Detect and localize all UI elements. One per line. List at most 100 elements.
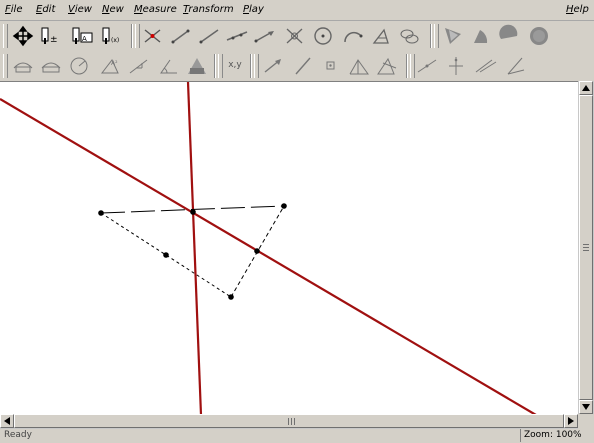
fill-polygon-icon <box>445 28 461 44</box>
menu-bar: File Edit View New Measure Transform Pla… <box>0 0 594 21</box>
fill-sector-button[interactable] <box>468 24 494 48</box>
point[interactable] <box>98 210 104 216</box>
scrollbar-corner <box>578 414 594 429</box>
point-tool-button[interactable]: ± <box>38 24 64 48</box>
measure-slope-button[interactable] <box>126 54 152 78</box>
coordinates-button[interactable]: x,y <box>222 54 248 78</box>
toolbar-separator <box>250 54 252 78</box>
perpendicular-button[interactable] <box>414 54 440 78</box>
point[interactable] <box>228 294 234 300</box>
scroll-right-button[interactable] <box>564 414 578 428</box>
vector-button[interactable] <box>252 24 278 48</box>
menu-play-label: lay <box>249 4 264 15</box>
bisector-button[interactable] <box>472 54 498 78</box>
menu-play[interactable]: Play <box>243 4 264 16</box>
menu-transform-label: ransform <box>188 4 234 15</box>
point-plus-icon: ± <box>41 27 58 45</box>
point[interactable] <box>254 248 260 254</box>
point[interactable] <box>163 252 169 258</box>
conic-icon <box>400 29 419 44</box>
menu-view-accel: V <box>68 4 75 15</box>
svg-text:A²: A² <box>111 60 118 67</box>
locus-icon <box>377 57 397 75</box>
measure-length-button[interactable] <box>38 54 64 78</box>
toolbar-handle[interactable] <box>3 24 8 48</box>
ray-icon <box>199 29 219 44</box>
dilate-button[interactable] <box>346 54 372 78</box>
toolbar-separator <box>406 54 408 78</box>
menu-transform[interactable]: Transform <box>183 4 234 16</box>
circle-button[interactable] <box>310 24 336 48</box>
segment-icon <box>171 29 190 44</box>
scroll-thumb-vertical[interactable] <box>579 95 593 400</box>
measure-area-icon: A² <box>100 59 119 74</box>
geometry-sketch[interactable] <box>0 82 578 415</box>
menu-view[interactable]: View <box>68 4 92 16</box>
measure-angle-button[interactable] <box>156 54 182 78</box>
menu-measure[interactable]: Measure <box>134 4 177 16</box>
midpoint-icon <box>286 28 303 44</box>
point-label-icon: A <box>72 27 93 44</box>
ray-button[interactable] <box>196 24 222 48</box>
grip-line <box>583 250 589 251</box>
red-line[interactable] <box>0 98 537 415</box>
fill-sector-icon <box>474 30 488 43</box>
move-tool-button[interactable] <box>10 24 36 48</box>
segment-button[interactable] <box>168 24 194 48</box>
measure-figure-button[interactable] <box>184 54 210 78</box>
svg-text:(x): (x) <box>111 37 119 44</box>
toolbar-separator <box>430 24 432 48</box>
scroll-up-button[interactable] <box>579 81 593 95</box>
grip-line <box>291 418 292 425</box>
scroll-down-button[interactable] <box>579 400 593 414</box>
scroll-thumb-horizontal[interactable] <box>14 414 564 428</box>
vector-icon <box>254 31 274 43</box>
menu-new[interactable]: New <box>102 4 124 16</box>
fill-polygon-button[interactable] <box>440 24 466 48</box>
line-button[interactable] <box>224 24 250 48</box>
menu-help-accel: H <box>566 4 574 15</box>
drawing-canvas[interactable] <box>0 81 578 415</box>
reflect-icon <box>295 57 311 75</box>
menu-help[interactable]: Help <box>566 4 589 16</box>
measure-area-button[interactable]: A² <box>98 54 124 78</box>
toolbar-handle[interactable] <box>254 54 259 78</box>
fill-segment-icon <box>499 24 518 39</box>
toolbar-handle[interactable] <box>434 24 439 48</box>
conic-button[interactable] <box>396 24 422 48</box>
polygon-button[interactable] <box>368 24 394 48</box>
toolbar-handle[interactable] <box>3 54 8 78</box>
scroll-left-button[interactable] <box>0 414 14 428</box>
point-label-button[interactable]: A <box>70 24 96 48</box>
measure-radius-button[interactable] <box>66 54 92 78</box>
arc-button[interactable] <box>340 24 366 48</box>
point[interactable] <box>190 209 196 215</box>
rotate-button[interactable] <box>318 54 344 78</box>
measure-figure-icon <box>188 58 206 74</box>
menu-new-label: ew <box>109 4 124 15</box>
grip-line <box>583 247 589 248</box>
translate-button[interactable] <box>260 54 286 78</box>
perpendicular-icon <box>417 59 437 73</box>
midpoint-button[interactable] <box>282 24 308 48</box>
measure-distance-button[interactable] <box>10 54 36 78</box>
arrow-left-icon <box>4 417 10 425</box>
intersection-button[interactable] <box>140 24 166 48</box>
locus-button[interactable] <box>374 54 400 78</box>
menu-edit[interactable]: Edit <box>36 4 55 16</box>
reflect-button[interactable] <box>290 54 316 78</box>
point-coordinates-button[interactable]: (x) <box>100 24 126 48</box>
red-line[interactable] <box>186 82 203 415</box>
fill-segment-button[interactable] <box>496 24 522 48</box>
fill-circle-button[interactable] <box>526 24 552 48</box>
tangent-button[interactable] <box>502 54 528 78</box>
menu-file[interactable]: File <box>5 4 22 16</box>
parallel-button[interactable] <box>443 54 469 78</box>
vertical-scrollbar[interactable] <box>578 81 594 414</box>
bisector-icon <box>475 59 497 73</box>
grip-line <box>583 244 589 245</box>
point[interactable] <box>281 203 287 209</box>
horizontal-scrollbar[interactable] <box>0 414 578 429</box>
circle-icon <box>314 27 332 45</box>
measure-distance-icon <box>13 62 33 73</box>
